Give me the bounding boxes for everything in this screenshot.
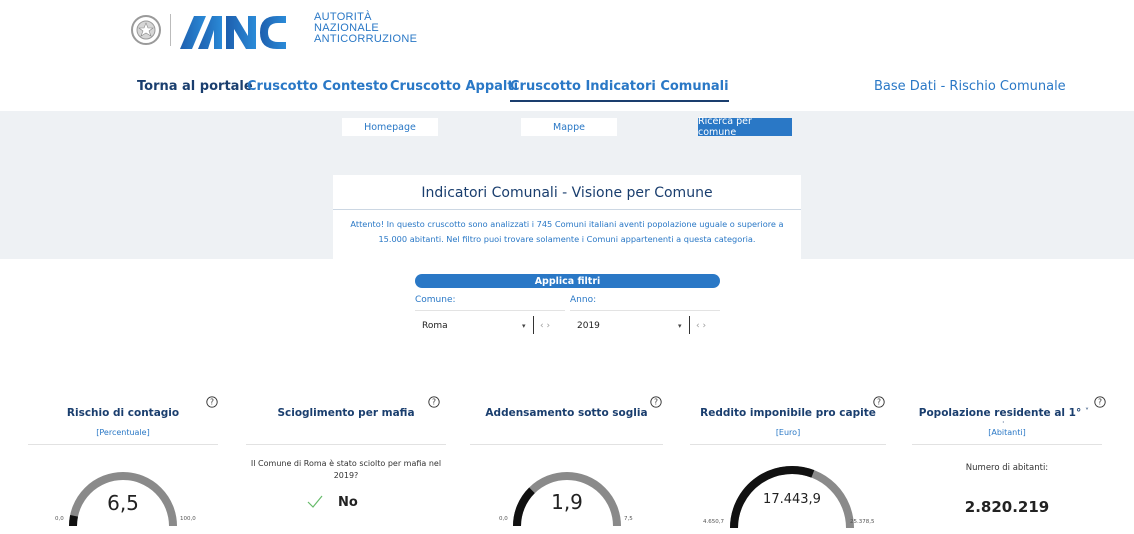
mappe-button[interactable]: Mappe <box>521 118 617 136</box>
divider <box>333 209 801 210</box>
comune-prev-next-arrows[interactable]: ‹ › <box>540 321 550 331</box>
gauge-value: 17.443,9 <box>763 492 821 507</box>
help-icon[interactable]: ? <box>1094 393 1106 408</box>
anac-logo[interactable] <box>180 14 306 50</box>
population-value: 2.820.219 <box>964 498 1050 516</box>
gauge-max: 100,0 <box>180 516 196 522</box>
check-icon <box>307 494 323 508</box>
svg-text:?: ? <box>432 398 436 407</box>
chevron-down-icon[interactable]: ˅ <box>1085 407 1089 416</box>
kpi-title-contagio: Rischio di contagio <box>66 407 180 419</box>
anno-prev-next-arrows[interactable]: ‹ › <box>696 321 706 331</box>
apply-filters-button[interactable]: Applica filtri <box>415 274 720 288</box>
svg-text:?: ? <box>877 398 881 407</box>
ricerca-per-comune-button[interactable]: Ricerca per comune <box>698 116 792 138</box>
gauge-max: 7,5 <box>624 516 633 522</box>
emblem-icon <box>130 12 162 48</box>
help-icon[interactable]: ? <box>650 393 662 408</box>
mafia-question: Il Comune di Roma è stato sciolto per ma… <box>250 459 442 480</box>
divider <box>689 316 690 334</box>
gauge-fill <box>69 515 78 527</box>
logo-separator <box>170 14 171 46</box>
gauge-min: 0,0 <box>499 516 508 522</box>
anno-dropdown-icon[interactable]: ▾ <box>678 322 682 330</box>
gauge-value: 1,9 <box>551 490 583 514</box>
intro-note: Attento! In questo cruscotto sono analiz… <box>336 217 798 247</box>
divider <box>28 444 218 445</box>
nav-torna-al-portale[interactable]: Torna al portale <box>137 79 253 94</box>
logo-text: AUTORITÀ NAZIONALE ANTICORRUZIONE <box>314 12 417 45</box>
divider <box>246 444 446 445</box>
help-icon[interactable]: ? <box>428 393 440 408</box>
mafia-answer: No <box>338 495 358 510</box>
divider <box>533 316 534 334</box>
help-icon[interactable]: ? <box>873 393 885 408</box>
nav-cruscotto-contesto[interactable]: Cruscotto Contesto <box>247 79 388 94</box>
divider <box>912 444 1102 445</box>
page-title: Indicatori Comunali - Visione per Comune <box>421 185 713 201</box>
svg-text:?: ? <box>654 398 658 407</box>
kpi-title-addensamento: Addensamento sotto soglia <box>485 407 648 419</box>
comune-dropdown-icon[interactable]: ▾ <box>522 322 526 330</box>
gauge-min: 0,0 <box>55 516 64 522</box>
nav-cruscotto-indicatori-comunali[interactable]: Cruscotto Indicatori Comunali <box>510 79 729 102</box>
kpi-unit-reddito: [Euro] <box>775 428 801 437</box>
population-label: Numero di abitanti: <box>965 463 1049 473</box>
intro-note-line: Attento! In questo cruscotto sono analiz… <box>350 219 784 229</box>
gauge-min: 4.650,7 <box>703 519 724 525</box>
kpi-unit-popolazione: [Abitanti] <box>988 428 1026 437</box>
homepage-button[interactable]: Homepage <box>342 118 438 136</box>
nav-cruscotto-appalti[interactable]: Cruscotto Appalti <box>390 79 518 94</box>
divider <box>690 444 886 445</box>
svg-text:?: ? <box>1098 398 1102 407</box>
divider <box>470 444 663 445</box>
anno-label: Anno: <box>570 295 597 305</box>
kpi-title-mafia: Scioglimento per mafia <box>277 407 415 419</box>
logo-text-line: ANTICORRUZIONE <box>314 33 418 45</box>
help-icon[interactable]: ? <box>206 393 218 408</box>
kpi-title-reddito: Reddito imponibile pro capite <box>700 407 876 419</box>
divider <box>415 310 565 311</box>
divider <box>570 310 720 311</box>
gauge-max: 25.378,5 <box>850 519 875 525</box>
gauge-value: 6,5 <box>107 491 139 515</box>
kpi-title-popolazione: Popolazione residente al 1° <box>918 407 1082 419</box>
anno-select[interactable]: 2019 <box>577 321 600 331</box>
intro-note-line: 15.000 abitanti. Nel filtro puoi trovare… <box>378 234 756 244</box>
dot-marker: · <box>1002 418 1005 427</box>
nav-base-dati-rischio-comunale[interactable]: Base Dati - Rischio Comunale <box>874 79 1066 94</box>
gauge-fill <box>513 487 535 527</box>
svg-text:?: ? <box>210 398 214 407</box>
comune-label: Comune: <box>415 295 456 305</box>
kpi-unit-contagio: [Percentuale] <box>96 428 150 437</box>
comune-select[interactable]: Roma <box>422 321 448 331</box>
